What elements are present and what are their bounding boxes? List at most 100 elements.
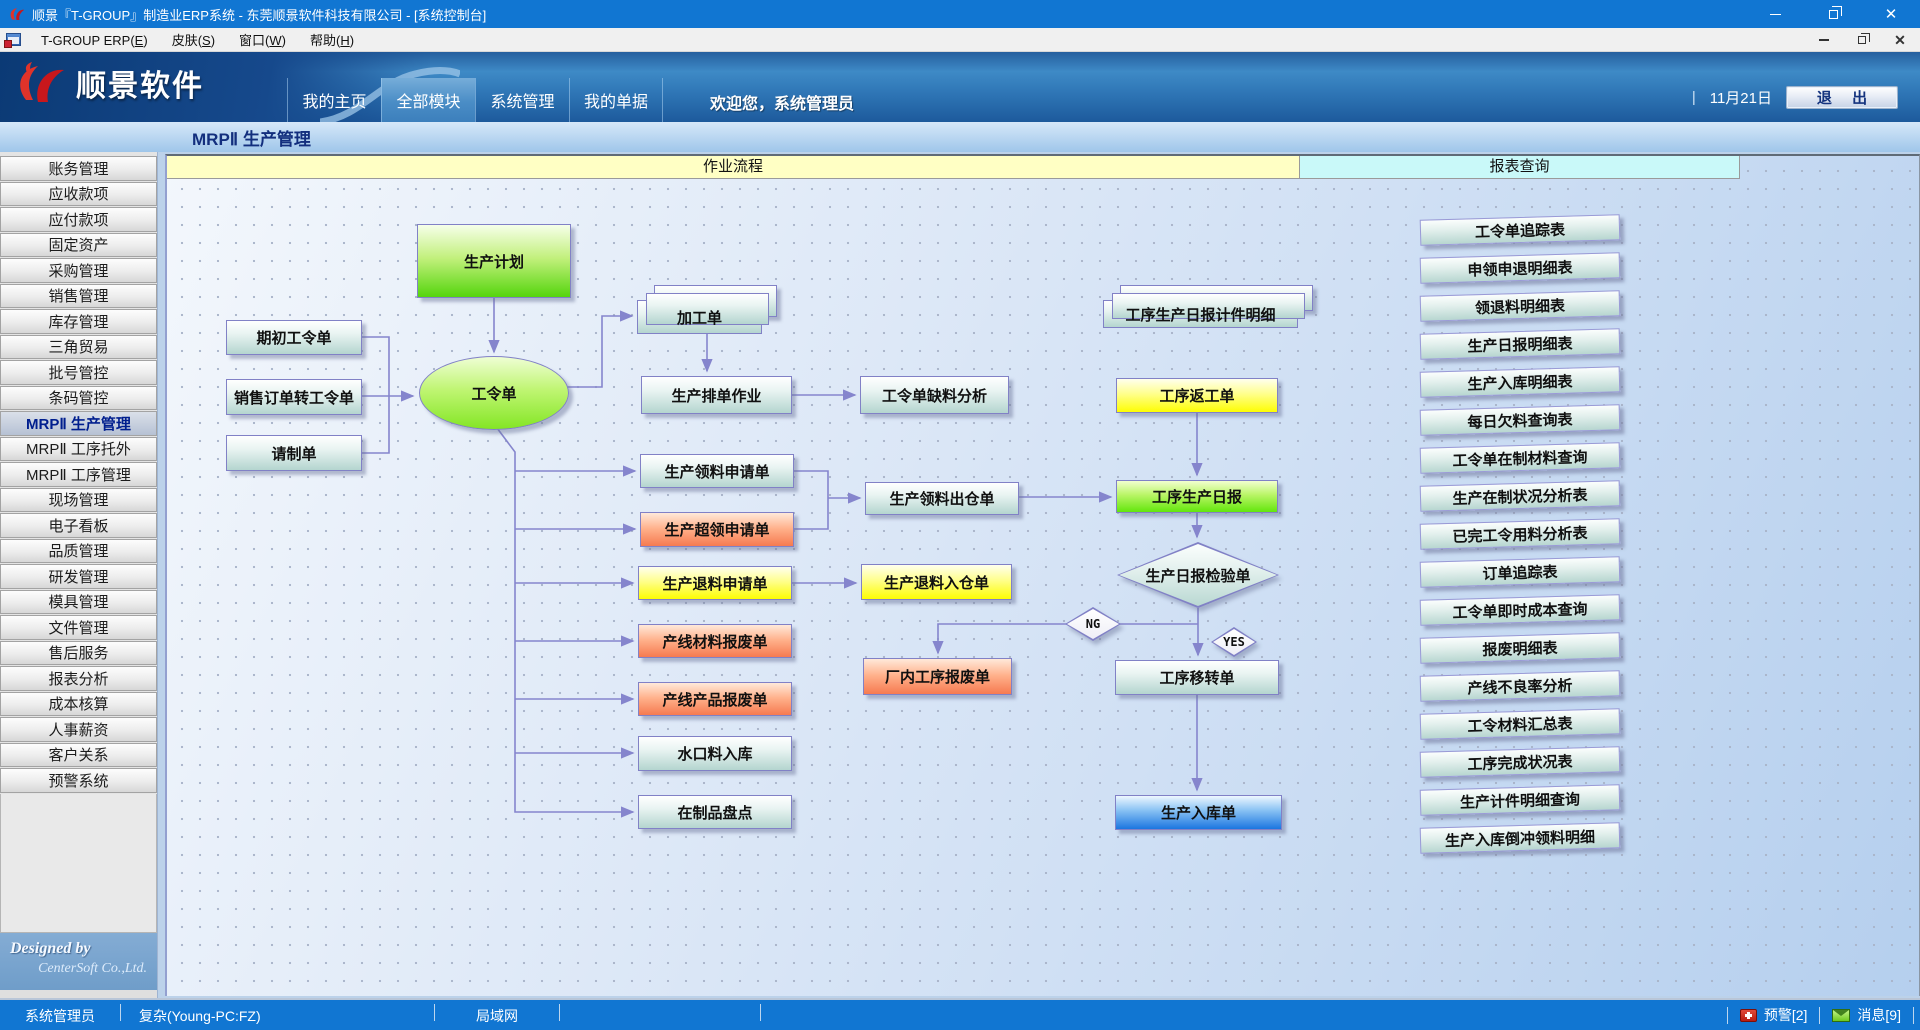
flow-node-line-material-scrap[interactable]: 产线材料报废单 [638,624,792,658]
window-restore-button[interactable] [1804,0,1862,28]
brand-name: 顺景软件 [76,61,204,105]
flow-node-factory-process-scrap[interactable]: 厂内工序报废单 [863,658,1012,695]
close-icon: ✕ [1885,7,1898,22]
body: 账务管理应收款项应付款项固定资产采购管理销售管理库存管理三角贸易批号管控条码管控… [0,152,1920,998]
page-title: MRPⅡ 生产管理 [0,122,1920,152]
brand: 顺景软件 [14,60,204,106]
sidebar-item[interactable]: 应收款项 [0,182,157,207]
sidebar-item[interactable]: 电子看板 [0,513,157,538]
flow-node-wip-stocktake[interactable]: 在制品盘点 [638,795,792,829]
sidebar-item[interactable]: 售后服务 [0,641,157,666]
window-close-button[interactable]: ✕ [1862,0,1920,28]
flow-node-production-storage-order[interactable]: 生产入库单 [1115,795,1282,830]
flow-node-yes[interactable]: YES [1211,627,1257,657]
flow-node-material-return-receipt[interactable]: 生产退料入仓单 [861,564,1012,600]
sidebar-item[interactable]: 固定资产 [0,233,157,258]
sidebar-item[interactable]: 人事薪资 [0,717,157,742]
sidebar-item[interactable]: 采购管理 [0,258,157,283]
menu-item-S[interactable]: 皮肤(S) [160,30,227,51]
flow-node-excess-material-request[interactable]: 生产超领申请单 [640,512,794,547]
status-divider [559,1004,560,1021]
flow-node-material-request[interactable]: 生产领料申请单 [640,454,794,488]
nav-tab-2[interactable]: 系统管理 [475,78,569,122]
status-divider [1819,1007,1820,1024]
date-divider: | [1692,89,1696,106]
sidebar-item[interactable]: 报表分析 [0,666,157,691]
app-window: 顺景『T-GROUP』制造业ERP系统 - 东莞顺景软件科技有限公司 - [系统… [0,0,1920,1030]
sidebar-item[interactable]: MRPⅡ 工序托外 [0,437,157,462]
window-title: 顺景『T-GROUP』制造业ERP系统 - 东莞顺景软件科技有限公司 - [系统… [32,5,486,24]
status-divider [1727,1007,1728,1024]
flow-node-process-daily-report[interactable]: 工序生产日报 [1116,480,1278,513]
status-segment: 复杂(Young-PC:FZ) [121,1006,434,1026]
sidebar-item[interactable]: 应付款项 [0,207,157,232]
flow-node-line-product-scrap[interactable]: 产线产品报废单 [638,682,792,716]
alerts-button[interactable]: 预警[2] [1740,1005,1808,1025]
exit-button[interactable]: 退 出 [1786,86,1898,109]
flow-node-shortage-analysis[interactable]: 工令单缺料分析 [860,376,1009,414]
sidebar-item[interactable]: 预警系统 [0,768,157,793]
menu-items: T-GROUP ERP(E)皮肤(S)窗口(W)帮助(H) [29,30,366,49]
sidebar-item[interactable]: 文件管理 [0,615,157,640]
alerts-label: 预警[2] [1764,1005,1808,1025]
sidebar-item[interactable]: 账务管理 [0,156,157,181]
sidebar: 账务管理应收款项应付款项固定资产采购管理销售管理库存管理三角贸易批号管控条码管控… [0,152,158,998]
nav-tab-3[interactable]: 我的单据 [569,78,663,122]
flow-node-material-issue[interactable]: 生产领料出仓单 [865,482,1019,515]
sidebar-item[interactable]: MRPⅡ 生产管理 [0,411,157,436]
designed-by-panel: Designed by CenterSoft Co.,Ltd. [0,933,157,990]
mdi-close-button[interactable]: ✕ [1892,32,1908,48]
sidebar-item[interactable]: 现场管理 [0,488,157,513]
menu-bar: T-GROUP ERP(E)皮肤(S)窗口(W)帮助(H) ✕ [0,28,1920,52]
restore-icon [1858,36,1866,44]
designed-by-text: Designed by [10,940,147,958]
nav-tab-1[interactable]: 全部模块 [381,78,475,122]
flow-node-daily-report-inspection[interactable]: 生产日报检验单 [1117,542,1279,608]
sidebar-item[interactable]: 条码管控 [0,386,157,411]
messages-label: 消息[9] [1857,1005,1901,1025]
nav-tab-0[interactable]: 我的主页 [287,78,381,122]
sidebar-item[interactable]: 品质管理 [0,539,157,564]
status-divider [760,1004,761,1021]
nav-tabs: 我的主页全部模块系统管理我的单据 [287,78,663,122]
flow-node-ng[interactable]: NG [1065,607,1121,641]
flow-node-opening-work-order[interactable]: 期初工令单 [226,320,362,355]
date-text: 11月21日 [1710,87,1772,108]
sidebar-item[interactable]: 模具管理 [0,590,157,615]
flow-node-processing-order[interactable]: 加工单 [637,300,762,334]
flow-node-request-order[interactable]: 请制单 [226,435,362,471]
flow-node-sales-to-work-order[interactable]: 销售订单转工令单 [226,379,362,415]
menu-item-H[interactable]: 帮助(H) [298,30,366,51]
close-icon: ✕ [1894,33,1906,47]
flow-node-scheduling-job[interactable]: 生产排单作业 [641,376,792,414]
flow-node-process-rework-order[interactable]: 工序返工单 [1116,378,1278,413]
window-minimize-button[interactable] [1746,0,1804,28]
sidebar-item[interactable]: 三角贸易 [0,335,157,360]
sidebar-item[interactable]: 库存管理 [0,309,157,334]
status-bar: 系统管理员复杂(Young-PC:FZ)局域网 预警[2] 消息[9] [0,1000,1920,1030]
minimize-icon [1819,39,1829,41]
sidebar-item[interactable]: 销售管理 [0,284,157,309]
sidebar-item[interactable]: 客户关系 [0,743,157,768]
status-divider [1913,1007,1914,1024]
mdi-minimize-button[interactable] [1816,32,1832,48]
flow-node-work-order[interactable]: 工令单 [419,356,569,430]
menu-item-W[interactable]: 窗口(W) [227,30,298,51]
sidebar-item[interactable]: 研发管理 [0,564,157,589]
mdi-restore-button[interactable] [1854,32,1870,48]
flow-node-sprue-material-storage[interactable]: 水口料入库 [638,736,792,771]
flow-node-daily-piecework-detail[interactable]: 工序生产日报计件明细 [1103,300,1298,328]
sidebar-item[interactable]: MRPⅡ 工序管理 [0,462,157,487]
status-segment: 局域网 [435,1006,559,1026]
menu-item-E[interactable]: T-GROUP ERP(E) [29,30,160,51]
message-icon [1832,1009,1850,1022]
sidebar-item[interactable]: 批号管控 [0,360,157,385]
messages-button[interactable]: 消息[9] [1832,1005,1901,1025]
flow-node-process-transfer-order[interactable]: 工序移转单 [1115,660,1279,695]
flow-node-material-return-request[interactable]: 生产退料申请单 [638,566,792,600]
sidebar-item[interactable]: 成本核算 [0,692,157,717]
mdi-child-icon [6,33,21,46]
brand-logo-icon [14,60,66,106]
app-logo-icon [8,6,25,23]
flow-node-production-plan[interactable]: 生产计划 [417,224,571,298]
